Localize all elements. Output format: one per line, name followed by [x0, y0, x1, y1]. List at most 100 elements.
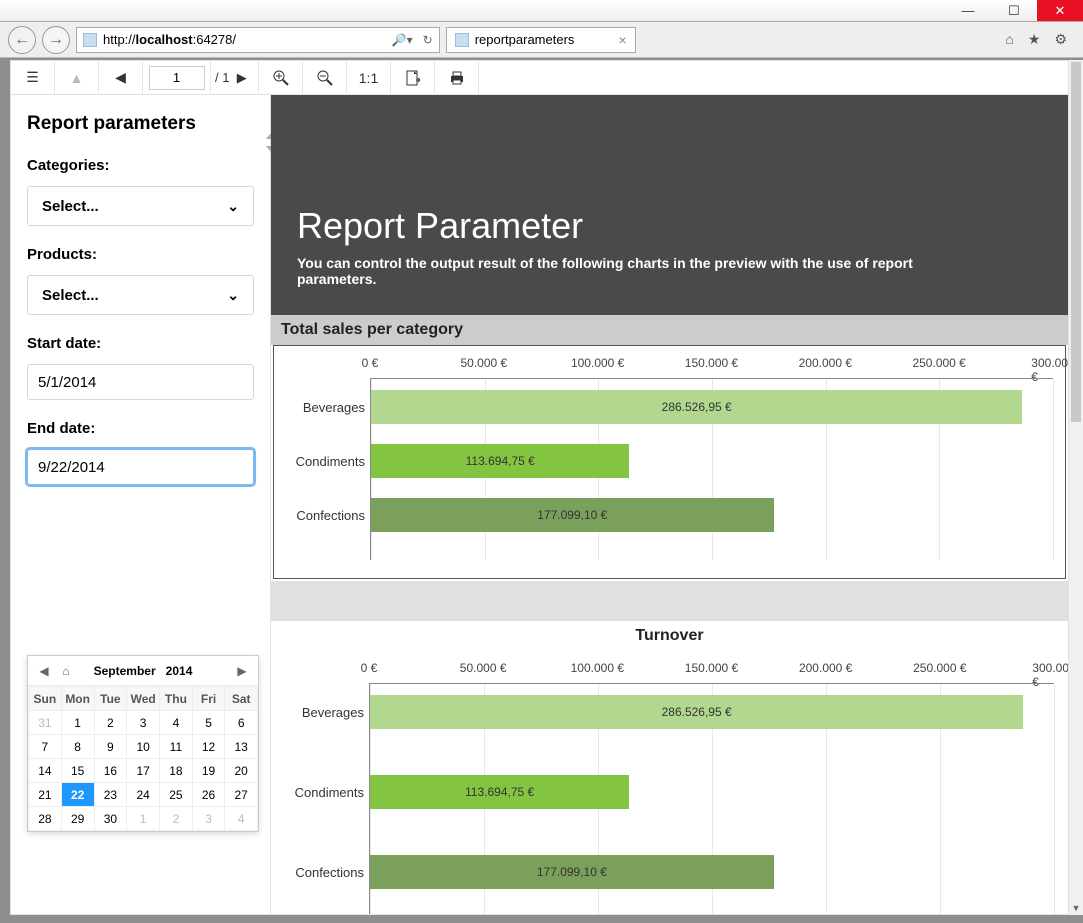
calendar-day[interactable]: 11	[160, 735, 193, 759]
calendar-day[interactable]: 18	[160, 759, 193, 783]
products-select[interactable]: Select... ⌄	[27, 275, 254, 315]
window-scrollbar[interactable]: ▲ ▼	[1069, 60, 1083, 915]
chart-title: Total sales per category	[271, 315, 1068, 345]
calendar-day[interactable]: 10	[127, 735, 160, 759]
date-picker-popup: ◀ ⌂ September 2014 ▶ SunMonTueWedThuFriS…	[27, 655, 259, 832]
calendar-day[interactable]: 27	[225, 783, 258, 807]
calendar-day[interactable]: 28	[29, 807, 62, 831]
calendar-dow: Sun	[29, 687, 62, 711]
fit-button[interactable]: 1:1	[347, 61, 391, 95]
prev-page-button[interactable]: ◀	[99, 61, 143, 95]
settings-icon[interactable]: ⚙	[1054, 31, 1067, 48]
calendar-day[interactable]: 20	[225, 759, 258, 783]
chevron-down-icon: ⌄	[227, 287, 239, 304]
calendar-day[interactable]: 9	[94, 735, 127, 759]
calendar-day[interactable]: 12	[192, 735, 225, 759]
calendar-dow: Sat	[225, 687, 258, 711]
refresh-icon[interactable]: ↻	[423, 33, 433, 47]
nav-up-button[interactable]: ▲	[55, 61, 99, 95]
calendar-day[interactable]: 19	[192, 759, 225, 783]
chart-turnover: Turnover Category 0 €50.000 €100.000 €15…	[271, 621, 1068, 914]
window-titlebar: — ☐ ✕	[0, 0, 1083, 22]
address-bar-actions: 🔎▾ ↻	[392, 33, 433, 47]
calendar-day[interactable]: 7	[29, 735, 62, 759]
bar: 286.526,95 €	[371, 390, 1022, 424]
calendar-day[interactable]: 30	[94, 807, 127, 831]
calendar-day[interactable]: 1	[127, 807, 160, 831]
categories-label: Categories:	[27, 157, 254, 174]
zoom-out-button[interactable]	[303, 61, 347, 95]
calendar-day[interactable]: 26	[192, 783, 225, 807]
window-close-button[interactable]: ✕	[1037, 0, 1083, 21]
browser-tab[interactable]: reportparameters ×	[446, 27, 636, 53]
calendar-day[interactable]: 15	[61, 759, 94, 783]
tab-close-icon[interactable]: ×	[619, 32, 627, 48]
calendar-day[interactable]: 2	[94, 711, 127, 735]
report-title: Report Parameter	[297, 205, 1042, 247]
calendar-day[interactable]: 31	[29, 711, 62, 735]
window-maximize-button[interactable]: ☐	[991, 0, 1037, 21]
calendar-day[interactable]: 29	[61, 807, 94, 831]
report-header: Report Parameter You can control the out…	[271, 95, 1068, 315]
calendar-day[interactable]: 16	[94, 759, 127, 783]
calendar-home-button[interactable]: ⌂	[56, 664, 76, 678]
home-icon[interactable]: ⌂	[1005, 31, 1013, 48]
chart-title: Turnover	[271, 621, 1068, 651]
axis-tick: 0 €	[362, 356, 379, 370]
panel-title: Report parameters	[27, 113, 254, 135]
browser-forward-button[interactable]: →	[42, 26, 70, 54]
calendar-day[interactable]: 3	[192, 807, 225, 831]
address-bar[interactable]: http://localhost:64278/ 🔎▾ ↻	[76, 27, 440, 53]
calendar-day[interactable]: 13	[225, 735, 258, 759]
category-label: Beverages	[281, 400, 365, 415]
calendar-day[interactable]: 23	[94, 783, 127, 807]
calendar-day[interactable]: 17	[127, 759, 160, 783]
search-icon[interactable]: 🔎▾	[392, 33, 413, 47]
browser-back-button[interactable]: ←	[8, 26, 36, 54]
parameters-panel: Report parameters Categories: Select... …	[11, 95, 271, 914]
axis-tick: 100.000 €	[571, 661, 624, 675]
calendar-day[interactable]: 3	[127, 711, 160, 735]
calendar-dow: Mon	[61, 687, 94, 711]
axis-tick: 250.000 €	[913, 661, 966, 675]
category-label: Condiments	[280, 785, 364, 800]
calendar-day[interactable]: 8	[61, 735, 94, 759]
calendar-grid: SunMonTueWedThuFriSat 311234567891011121…	[28, 686, 258, 831]
bar: 286.526,95 €	[370, 695, 1023, 729]
page-number-input[interactable]	[143, 61, 211, 95]
zoom-in-button[interactable]	[259, 61, 303, 95]
calendar-next-button[interactable]: ▶	[232, 664, 252, 678]
browser-navbar: ← → http://localhost:64278/ 🔎▾ ↻ reportp…	[0, 22, 1083, 58]
bar: 113.694,75 €	[370, 775, 629, 809]
calendar-day[interactable]: 25	[160, 783, 193, 807]
menu-button[interactable]: ☰	[11, 61, 55, 95]
calendar-day[interactable]: 21	[29, 783, 62, 807]
axis-tick: 50.000 €	[460, 356, 507, 370]
print-button[interactable]	[435, 61, 479, 95]
axis-tick: 250.000 €	[912, 356, 965, 370]
export-button[interactable]	[391, 61, 435, 95]
end-date-input[interactable]	[27, 449, 254, 485]
calendar-day[interactable]: 24	[127, 783, 160, 807]
calendar-day[interactable]: 1	[61, 711, 94, 735]
categories-select[interactable]: Select... ⌄	[27, 186, 254, 226]
calendar-day[interactable]: 5	[192, 711, 225, 735]
report-canvas[interactable]: Report Parameter You can control the out…	[271, 95, 1068, 914]
window-minimize-button[interactable]: —	[945, 0, 991, 21]
calendar-day[interactable]: 2	[160, 807, 193, 831]
page-icon	[455, 33, 469, 47]
calendar-day[interactable]: 4	[225, 807, 258, 831]
url-text: http://localhost:64278/	[103, 32, 236, 47]
start-date-input[interactable]	[27, 364, 254, 400]
calendar-day[interactable]: 14	[29, 759, 62, 783]
category-label: Confections	[280, 865, 364, 880]
calendar-day[interactable]: 4	[160, 711, 193, 735]
axis-tick: 0 €	[361, 661, 378, 675]
page-count-label: / 1 ▶	[211, 61, 259, 95]
calendar-day[interactable]: 6	[225, 711, 258, 735]
calendar-title[interactable]: September 2014	[94, 664, 193, 678]
calendar-prev-button[interactable]: ◀	[34, 664, 54, 678]
calendar-day[interactable]: 22	[61, 783, 94, 807]
browser-tools: ⌂ ★ ⚙	[997, 31, 1075, 48]
favorites-icon[interactable]: ★	[1028, 31, 1041, 48]
